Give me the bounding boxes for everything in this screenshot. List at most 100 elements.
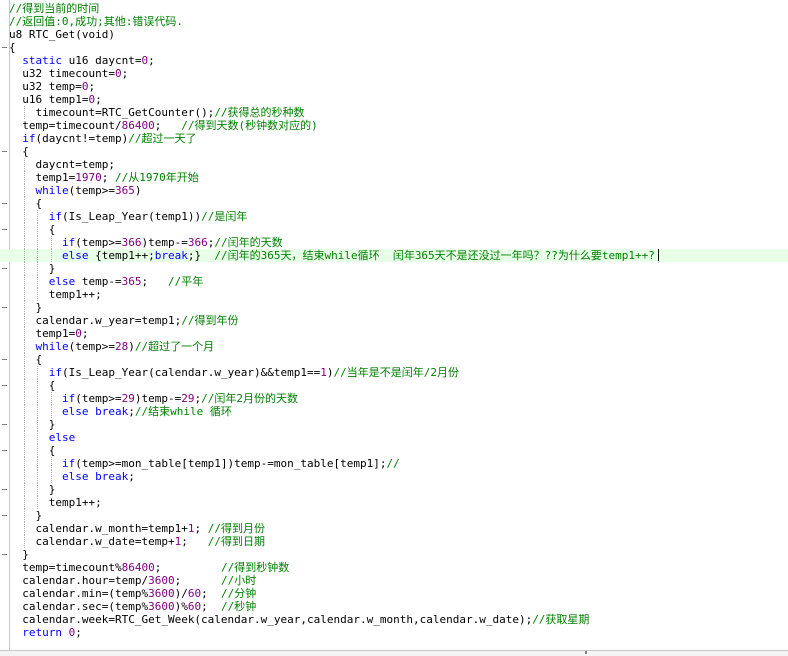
code-text: ; [201, 600, 221, 613]
code-line[interactable]: } [0, 509, 788, 522]
code-text: ; [201, 587, 221, 600]
code-line[interactable]: return 0; [0, 626, 788, 639]
indent-guide [37, 275, 39, 288]
code-text: u16 temp1= [22, 93, 89, 106]
code-line[interactable]: temp1++; [0, 288, 788, 301]
code-area[interactable]: //得到当前的时间//返回值:0,成功;其他:错误代码. u8 RTC_Get(v… [0, 2, 788, 639]
code-keyword: if [48, 366, 62, 379]
code-line[interactable]: temp=timecount%86400; //得到秒钟数 [0, 561, 788, 574]
indent-guide [37, 262, 39, 275]
code-line[interactable]: else {temp1++;break;} //闰年的365天，结束while循… [0, 249, 788, 262]
code-line[interactable]: if(Is_Leap_Year(calendar.w_year)&&temp1=… [0, 366, 788, 379]
code-line[interactable]: } [0, 418, 788, 431]
code-line[interactable]: } [0, 301, 788, 314]
code-line[interactable]: calendar.week=RTC_Get_Week(calendar.w_ye… [0, 613, 788, 626]
code-text: ) [128, 340, 135, 353]
code-line[interactable]: { [0, 353, 788, 366]
code-line[interactable]: static u16 daycnt=0; [0, 54, 788, 67]
code-line[interactable]: { [0, 223, 788, 236]
code-line[interactable]: { [0, 379, 788, 392]
code-line[interactable]: calendar.min=(temp%3600)/60; //分钟 [0, 587, 788, 600]
code-line[interactable]: u32 temp=0; [0, 80, 788, 93]
code-text: { [48, 444, 56, 457]
code-line[interactable]: calendar.sec=(temp%3600)%60; //秒钟 [0, 600, 788, 613]
code-line[interactable]: //返回值:0,成功;其他:错误代码. [0, 15, 788, 28]
code-line[interactable]: temp=timecount/86400; //得到天数(秒钟数对应的) [0, 119, 788, 132]
indent-guide [37, 418, 39, 431]
code-text: u8 RTC_Get(void) [9, 28, 115, 41]
code-comment: //得到天数(秒钟数对应的) [181, 119, 318, 132]
code-keyword: return [22, 626, 62, 639]
code-line[interactable]: calendar.w_month=temp1+1; //得到月份 [0, 522, 788, 535]
code-line[interactable]: calendar.w_year=temp1;//得到年份 [0, 314, 788, 327]
code-text: ) [134, 184, 142, 197]
horizontal-scrollbar[interactable] [0, 650, 788, 656]
code-comment: //闰年的365天，结束while循环 闰年365天不是还没过一年吗？??为什么… [214, 249, 655, 262]
code-text: temp1++; [48, 288, 102, 301]
code-line[interactable]: while(temp>=365) [0, 184, 788, 197]
code-line[interactable]: timecount=RTC_GetCounter();//获得总的秒种数 [0, 106, 788, 119]
code-line[interactable]: } [0, 548, 788, 561]
code-line[interactable]: while(temp>=28)//超过了一个月 [0, 340, 788, 353]
indent-guide [50, 470, 52, 483]
code-line[interactable]: temp1=1970; //从1970年开始 [0, 171, 788, 184]
code-number: 29 [181, 392, 195, 405]
code-text: ; [154, 119, 182, 132]
indent-guide [24, 535, 26, 548]
code-line[interactable]: { [0, 41, 788, 54]
code-line[interactable]: if(Is_Leap_Year(temp1))//是闰年 [0, 210, 788, 223]
code-line[interactable]: temp1=0; [0, 327, 788, 340]
indent-guide [24, 223, 26, 236]
indent-guide [24, 301, 26, 314]
code-comment: //闰年2月份的天数 [201, 392, 298, 405]
indent-guide [24, 444, 26, 457]
code-line[interactable]: temp1++; [0, 496, 788, 509]
indent-guide [24, 249, 26, 262]
code-line[interactable]: calendar.hour=temp/3600; //小时 [0, 574, 788, 587]
code-line[interactable]: } [0, 262, 788, 275]
indent-guide [24, 509, 26, 522]
code-line[interactable]: if(temp>=mon_table[temp1])temp-=mon_tabl… [0, 457, 788, 470]
code-line[interactable]: u32 timecount=0; [0, 67, 788, 80]
code-line[interactable]: calendar.w_date=temp+1; //得到日期 [0, 535, 788, 548]
code-text: (temp>= [75, 392, 122, 405]
code-line[interactable]: if(temp>=29)temp-=29;//闰年2月份的天数 [0, 392, 788, 405]
code-keyword: else [48, 431, 76, 444]
code-line[interactable]: { [0, 197, 788, 210]
code-comment: //小时 [220, 574, 257, 587]
code-number: 3600 [148, 600, 175, 613]
code-editor[interactable]: //得到当前的时间//返回值:0,成功;其他:错误代码. u8 RTC_Get(v… [0, 0, 788, 656]
code-line[interactable]: //得到当前的时间 [0, 2, 788, 15]
code-comment: //闰年的天数 [214, 236, 283, 249]
code-line[interactable]: { [0, 444, 788, 457]
code-line[interactable]: { [0, 145, 788, 158]
code-text: { [9, 41, 16, 54]
code-line[interactable]: u16 temp1=0; [0, 93, 788, 106]
code-line[interactable]: u8 RTC_Get(void) [0, 28, 788, 41]
code-keyword: else [48, 275, 76, 288]
code-number: 1 [320, 366, 327, 379]
code-line[interactable]: else temp-=365; //平年 [0, 275, 788, 288]
code-line[interactable]: else [0, 431, 788, 444]
code-line[interactable]: if(temp>=366)temp-=366;//闰年的天数 [0, 236, 788, 249]
code-line[interactable]: } [0, 483, 788, 496]
code-text: } [48, 483, 56, 496]
indent-guide [24, 288, 26, 301]
code-text: temp1= [35, 327, 76, 340]
code-keyword: else [61, 249, 89, 262]
code-line[interactable]: if(daycnt!=temp)//超过一天了 [0, 132, 788, 145]
code-line[interactable]: daycnt=temp; [0, 158, 788, 171]
code-line[interactable]: else break;//结束while 循环 [0, 405, 788, 418]
code-text: )temp-= [134, 392, 182, 405]
code-line[interactable]: else break; [0, 470, 788, 483]
code-text: temp-= [75, 275, 122, 288]
